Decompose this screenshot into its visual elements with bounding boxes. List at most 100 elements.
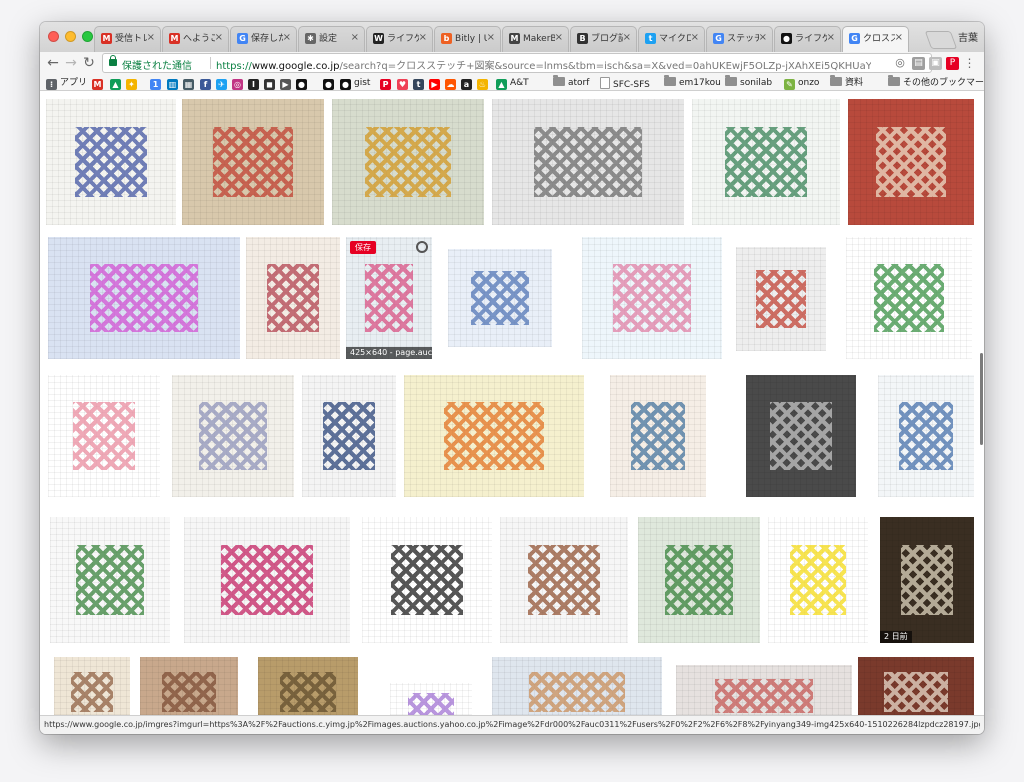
bookmark-item[interactable]: f [200, 77, 214, 90]
bookmark-item[interactable]: 1 [150, 77, 164, 90]
url-text[interactable]: https://www.google.co.jp/search?q=クロスステッ… [216, 57, 871, 72]
tab-5[interactable]: W ライフゲ × [366, 26, 433, 52]
tab-close-icon[interactable]: × [419, 32, 427, 44]
new-tab-button[interactable] [924, 31, 958, 49]
image-result[interactable]: 保存 425×640 - page.auc... [346, 237, 432, 359]
location-target-icon[interactable]: ◎ [893, 56, 907, 70]
image-result[interactable] [692, 99, 840, 225]
bookmark-item[interactable]: ▥ [167, 77, 181, 90]
bookmark-item[interactable]: ✦ [126, 77, 140, 90]
zoom-window-button[interactable] [82, 31, 93, 42]
pin-save-button[interactable]: 保存 [350, 241, 376, 254]
tab-close-icon[interactable]: × [895, 32, 903, 44]
image-result[interactable] [676, 665, 852, 715]
bookmark-item[interactable]: ♨ [477, 77, 491, 90]
bookmark-item[interactable]: SFC-SFS [600, 77, 650, 90]
pinterest-icon[interactable]: P [946, 57, 959, 70]
bookmark-item[interactable]: ✈ [216, 77, 230, 90]
image-result[interactable] [848, 99, 974, 225]
bookmark-item[interactable]: ☁ [445, 77, 459, 90]
tab-close-icon[interactable]: × [555, 32, 563, 44]
image-result[interactable] [332, 99, 484, 225]
bookmark-item[interactable]: 資料 [830, 75, 863, 89]
tab-close-icon[interactable]: × [351, 32, 359, 44]
scrollbar-thumb[interactable] [980, 353, 983, 445]
image-result[interactable] [182, 99, 324, 225]
tab-close-icon[interactable]: × [691, 32, 699, 44]
image-result[interactable] [54, 657, 130, 715]
bookmark-item[interactable]: atorf [553, 75, 589, 89]
bookmark-item[interactable]: ▦ [183, 77, 197, 90]
bookmark-item[interactable]: ✎ onzo [784, 77, 819, 90]
tab-1[interactable]: M 受信トレ × [94, 26, 161, 52]
image-result[interactable] [736, 247, 826, 351]
image-result[interactable] [610, 375, 706, 497]
close-window-button[interactable] [48, 31, 59, 42]
image-result[interactable] [48, 375, 160, 497]
bookmark-item[interactable]: I [248, 77, 262, 90]
reload-button[interactable]: ↻ [80, 54, 98, 72]
image-result[interactable] [390, 683, 472, 715]
tab-9[interactable]: t マイクロ × [638, 26, 705, 52]
bookmark-item[interactable]: M [92, 77, 106, 90]
bookmark-item[interactable]: ▶ [280, 77, 294, 90]
bookmark-item[interactable]: ▲ [110, 77, 124, 90]
tab-12[interactable]: G クロスス × [842, 26, 909, 52]
bookmark-item[interactable]: P [380, 77, 394, 90]
menu-icon[interactable]: ⋮ [963, 57, 976, 70]
bookmark-item[interactable]: ♥ [397, 77, 411, 90]
tab-6[interactable]: b Bitly | U × [434, 26, 501, 52]
bookmark-item[interactable]: ◎ [232, 77, 246, 90]
tab-close-icon[interactable]: × [283, 32, 291, 44]
forward-button[interactable]: → [62, 54, 80, 72]
image-result[interactable] [846, 237, 972, 359]
bookmark-item[interactable]: ● [296, 77, 310, 90]
image-result[interactable] [48, 237, 240, 359]
image-result[interactable] [362, 517, 492, 643]
lock-icon[interactable] [109, 55, 117, 66]
tab-10[interactable]: G ステッチ × [706, 26, 773, 52]
other-bookmarks[interactable]: その他のブックマーク [888, 75, 984, 89]
image-result[interactable] [50, 517, 170, 643]
tab-8[interactable]: B ブログ記 × [570, 26, 637, 52]
image-result[interactable] [246, 237, 340, 359]
image-result[interactable]: 2 日前 [880, 517, 974, 643]
tab-close-icon[interactable]: × [827, 32, 835, 44]
tab-11[interactable]: ● ライフゲ × [774, 26, 841, 52]
address-bar[interactable]: 保護された通信 https://www.google.co.jp/search?… [102, 53, 932, 73]
image-result[interactable] [492, 99, 684, 225]
tab-3[interactable]: G 保存した × [230, 26, 297, 52]
tab-7[interactable]: MMakerBe× [502, 26, 569, 52]
back-button[interactable]: ← [44, 54, 62, 72]
image-result[interactable] [184, 517, 350, 643]
image-result[interactable] [582, 237, 722, 359]
bookmark-item[interactable]: ◼ [264, 77, 278, 90]
bookmark-item[interactable]: ▶ [429, 77, 443, 90]
extension-icon[interactable]: ▣ [929, 57, 942, 70]
image-result[interactable] [500, 517, 628, 643]
profile-name[interactable]: 吉葉 [958, 29, 978, 44]
secure-connection-label[interactable]: 保護された通信 [122, 57, 192, 72]
bookmark-item[interactable]: em17kou [664, 75, 721, 89]
tab-close-icon[interactable]: × [215, 32, 223, 44]
image-result[interactable] [492, 657, 662, 715]
image-result[interactable] [140, 657, 238, 715]
bookmark-item[interactable]: t [413, 77, 427, 90]
tab-close-icon[interactable]: × [147, 32, 155, 44]
bookmark-item[interactable]: ● gist [340, 77, 370, 90]
bookmark-item[interactable]: sonilab [725, 75, 772, 89]
tab-4[interactable]: ✱ 設定 × [298, 26, 365, 52]
tab-close-icon[interactable]: × [759, 32, 767, 44]
image-result[interactable] [858, 657, 974, 715]
image-result[interactable] [638, 517, 760, 643]
image-result[interactable] [878, 375, 974, 497]
image-result[interactable] [746, 375, 856, 497]
tab-2[interactable]: M へようこ × [162, 26, 229, 52]
bookmark-item[interactable]: a [461, 77, 475, 90]
image-result[interactable] [448, 249, 552, 347]
tab-close-icon[interactable]: × [487, 32, 495, 44]
extension-icon[interactable]: ▤ [912, 57, 925, 70]
visual-search-icon[interactable] [416, 241, 428, 253]
image-result[interactable] [46, 99, 176, 225]
image-result[interactable] [258, 657, 358, 715]
